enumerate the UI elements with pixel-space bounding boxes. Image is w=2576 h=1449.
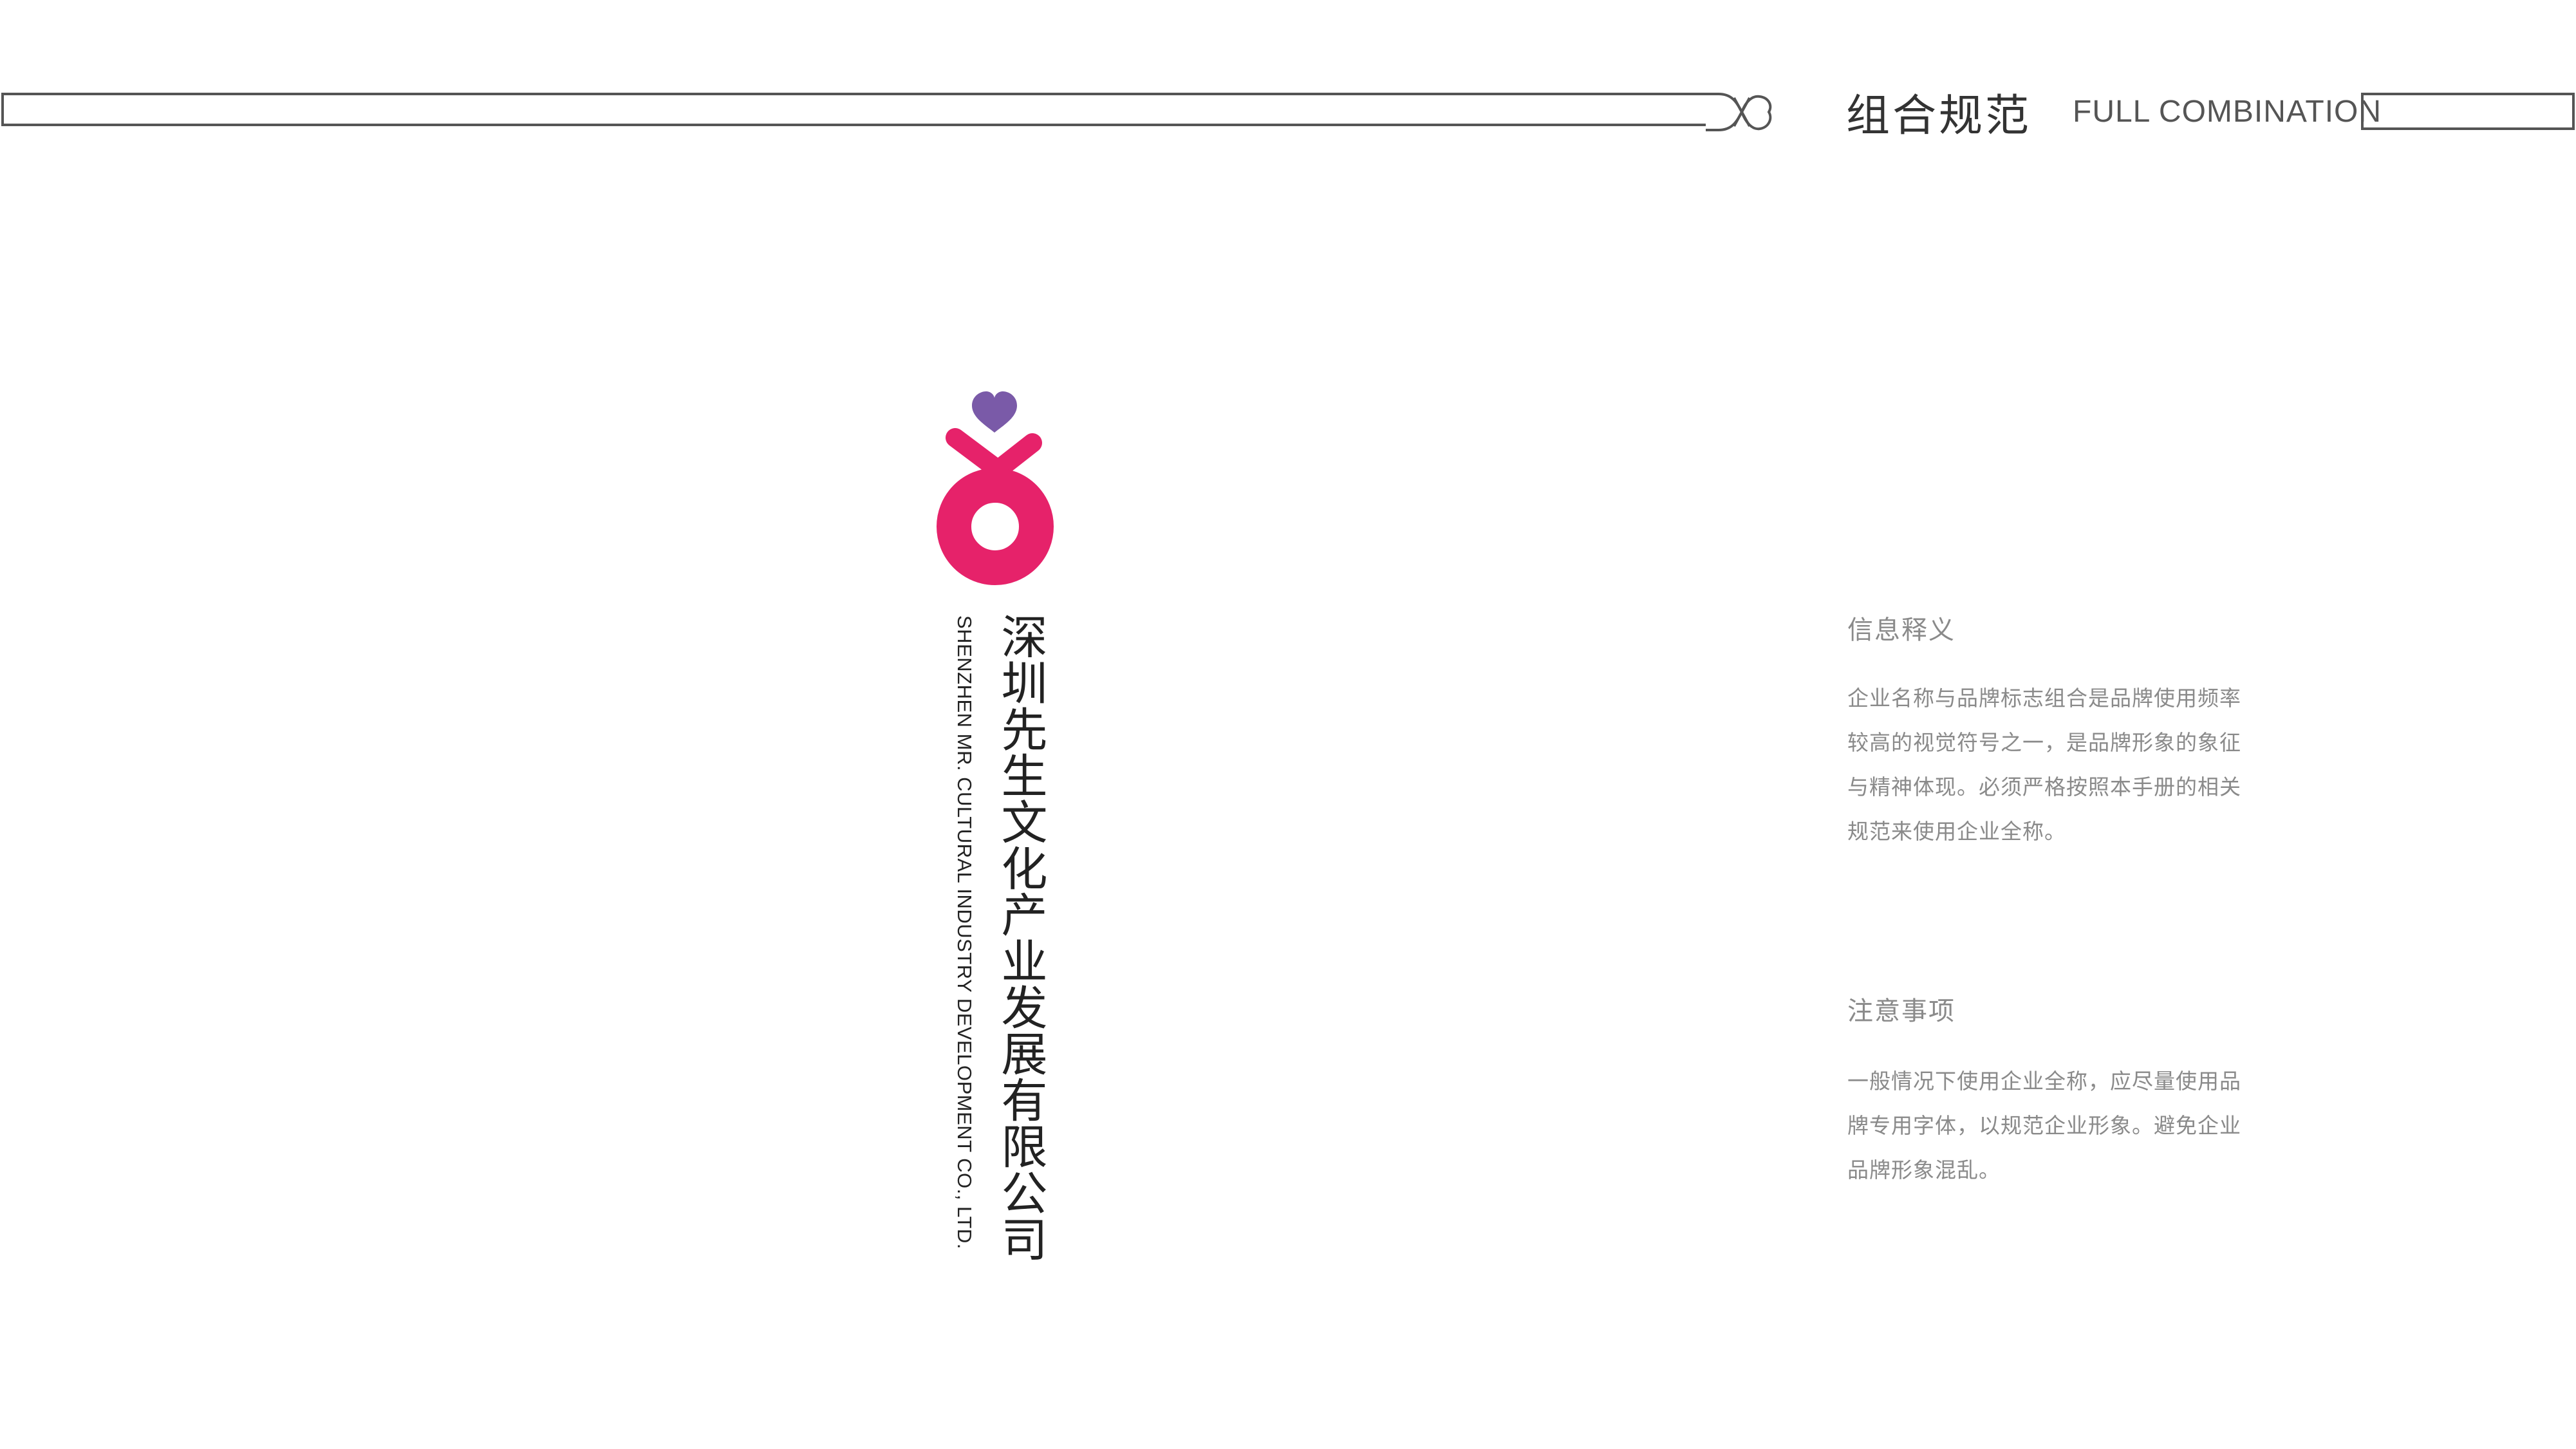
company-name-cn: 深圳先生文化产业发展有限公司 bbox=[993, 613, 1047, 1262]
info-heading: 信息释义 bbox=[1847, 615, 1955, 645]
page-subtitle: FULL COMBINATION bbox=[2073, 95, 2382, 129]
notes-heading: 注意事项 bbox=[1847, 996, 1955, 1026]
info-body: 企业名称与品牌标志组合是品牌使用频率较高的视觉符号之一，是品牌形象的象征与精神体… bbox=[1847, 686, 2241, 844]
brand-logo-mark bbox=[937, 391, 1054, 585]
heart-knot-icon bbox=[1706, 93, 1772, 131]
page-title: 组合规范 bbox=[1846, 91, 2032, 142]
notes-body: 一般情况下使用企业全称，应尽量使用品牌专用字体，以规范企业形象。避免企业品牌形象… bbox=[1847, 1069, 2241, 1183]
header-rule-left bbox=[1, 93, 1713, 126]
header-rule-right bbox=[2361, 93, 2575, 130]
company-name-en: SHENZHEN MR. CULTURAL INDUSTRY DEVELOPME… bbox=[953, 615, 976, 1249]
heart-icon bbox=[972, 391, 1017, 433]
